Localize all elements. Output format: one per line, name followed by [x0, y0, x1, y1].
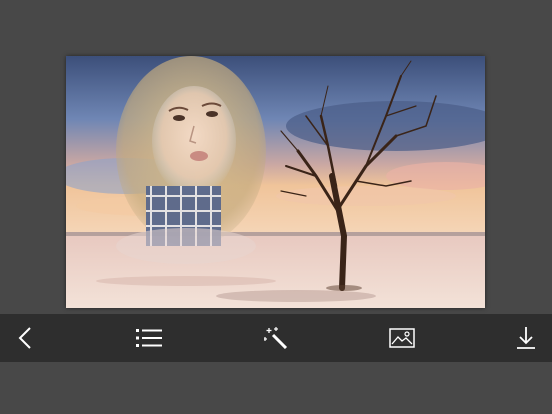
- composite-photo: [66, 56, 485, 308]
- editor-canvas: [0, 0, 552, 314]
- download-button[interactable]: [502, 314, 550, 362]
- bottom-padding-area: [0, 362, 552, 414]
- magic-wand-icon: [264, 327, 288, 349]
- bottom-toolbar: [0, 314, 552, 362]
- effects-button[interactable]: [252, 314, 300, 362]
- image-icon: [389, 328, 415, 348]
- background-image-button[interactable]: [378, 314, 426, 362]
- download-icon: [517, 327, 535, 349]
- photo-frame-preview[interactable]: [66, 56, 485, 308]
- back-button[interactable]: [2, 314, 50, 362]
- back-chevron-icon: [18, 327, 31, 349]
- list-button[interactable]: [125, 314, 173, 362]
- list-icon: [136, 329, 162, 347]
